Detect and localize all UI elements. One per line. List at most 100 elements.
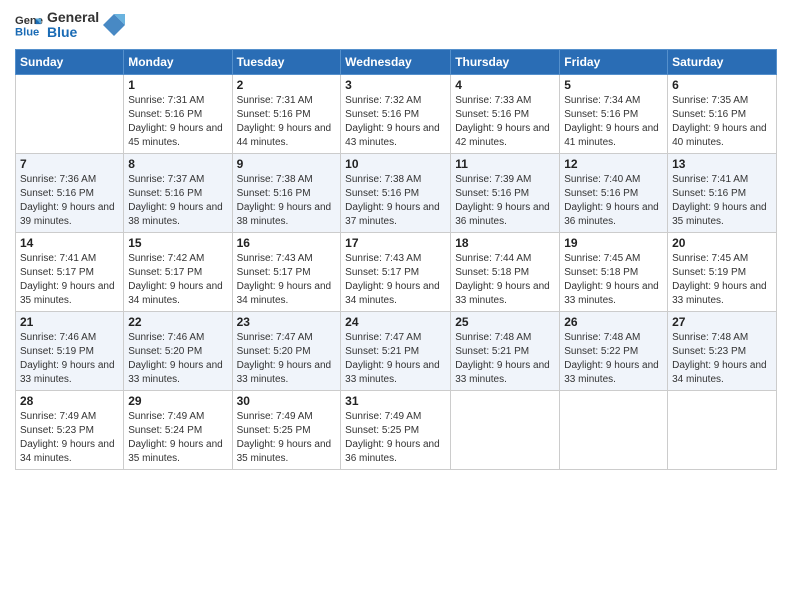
daylight: Daylight: 9 hours and 44 minutes. [237, 123, 332, 148]
day-number: 26 [564, 315, 663, 329]
day-info: Sunrise: 7:38 AM Sunset: 5:16 PM Dayligh… [237, 173, 337, 229]
day-of-week-header: Monday [124, 49, 232, 74]
calendar-week-row: 7 Sunrise: 7:36 AM Sunset: 5:16 PM Dayli… [16, 153, 777, 232]
day-number: 31 [345, 394, 446, 408]
day-info: Sunrise: 7:48 AM Sunset: 5:22 PM Dayligh… [564, 331, 663, 387]
day-info: Sunrise: 7:47 AM Sunset: 5:20 PM Dayligh… [237, 331, 337, 387]
calendar-cell: 23 Sunrise: 7:47 AM Sunset: 5:20 PM Dayl… [232, 311, 341, 390]
day-info: Sunrise: 7:46 AM Sunset: 5:19 PM Dayligh… [20, 331, 119, 387]
daylight: Daylight: 9 hours and 35 minutes. [128, 439, 223, 464]
sunrise: Sunrise: 7:37 AM [128, 174, 204, 185]
sunset: Sunset: 5:21 PM [455, 346, 529, 357]
day-number: 23 [237, 315, 337, 329]
calendar-cell: 13 Sunrise: 7:41 AM Sunset: 5:16 PM Dayl… [668, 153, 777, 232]
sunrise: Sunrise: 7:41 AM [20, 253, 96, 264]
day-number: 10 [345, 157, 446, 171]
sunset: Sunset: 5:24 PM [128, 425, 202, 436]
sunrise: Sunrise: 7:49 AM [237, 411, 313, 422]
day-number: 19 [564, 236, 663, 250]
calendar-cell: 21 Sunrise: 7:46 AM Sunset: 5:19 PM Dayl… [16, 311, 124, 390]
sunrise: Sunrise: 7:39 AM [455, 174, 531, 185]
daylight: Daylight: 9 hours and 33 minutes. [20, 360, 115, 385]
day-number: 2 [237, 78, 337, 92]
day-info: Sunrise: 7:48 AM Sunset: 5:23 PM Dayligh… [672, 331, 772, 387]
sunset: Sunset: 5:16 PM [237, 109, 311, 120]
day-of-week-header: Thursday [451, 49, 560, 74]
calendar-cell: 14 Sunrise: 7:41 AM Sunset: 5:17 PM Dayl… [16, 232, 124, 311]
day-info: Sunrise: 7:41 AM Sunset: 5:16 PM Dayligh… [672, 173, 772, 229]
day-info: Sunrise: 7:37 AM Sunset: 5:16 PM Dayligh… [128, 173, 227, 229]
day-number: 29 [128, 394, 227, 408]
logo-general-text: General [47, 10, 99, 25]
calendar-cell: 5 Sunrise: 7:34 AM Sunset: 5:16 PM Dayli… [560, 74, 668, 153]
daylight: Daylight: 9 hours and 33 minutes. [345, 360, 440, 385]
day-number: 17 [345, 236, 446, 250]
day-number: 18 [455, 236, 555, 250]
daylight: Daylight: 9 hours and 33 minutes. [564, 360, 659, 385]
day-of-week-header: Friday [560, 49, 668, 74]
sunset: Sunset: 5:19 PM [672, 267, 746, 278]
day-info: Sunrise: 7:31 AM Sunset: 5:16 PM Dayligh… [237, 94, 337, 150]
day-number: 6 [672, 78, 772, 92]
day-number: 14 [20, 236, 119, 250]
day-number: 25 [455, 315, 555, 329]
calendar-cell: 6 Sunrise: 7:35 AM Sunset: 5:16 PM Dayli… [668, 74, 777, 153]
sunrise: Sunrise: 7:38 AM [237, 174, 313, 185]
day-info: Sunrise: 7:43 AM Sunset: 5:17 PM Dayligh… [237, 252, 337, 308]
day-info: Sunrise: 7:49 AM Sunset: 5:23 PM Dayligh… [20, 410, 119, 466]
sunrise: Sunrise: 7:41 AM [672, 174, 748, 185]
sunrise: Sunrise: 7:32 AM [345, 95, 421, 106]
day-info: Sunrise: 7:47 AM Sunset: 5:21 PM Dayligh… [345, 331, 446, 387]
sunrise: Sunrise: 7:40 AM [564, 174, 640, 185]
calendar-week-row: 28 Sunrise: 7:49 AM Sunset: 5:23 PM Dayl… [16, 390, 777, 469]
logo-arrow-icon [103, 14, 125, 36]
sunset: Sunset: 5:16 PM [128, 109, 202, 120]
day-number: 11 [455, 157, 555, 171]
sunset: Sunset: 5:23 PM [20, 425, 94, 436]
day-number: 22 [128, 315, 227, 329]
svg-text:Blue: Blue [15, 27, 39, 39]
sunset: Sunset: 5:16 PM [20, 188, 94, 199]
logo-icon: General Blue [15, 11, 43, 39]
day-info: Sunrise: 7:45 AM Sunset: 5:18 PM Dayligh… [564, 252, 663, 308]
sunrise: Sunrise: 7:33 AM [455, 95, 531, 106]
sunset: Sunset: 5:16 PM [672, 188, 746, 199]
day-info: Sunrise: 7:49 AM Sunset: 5:24 PM Dayligh… [128, 410, 227, 466]
day-of-week-header: Tuesday [232, 49, 341, 74]
sunrise: Sunrise: 7:48 AM [672, 332, 748, 343]
sunset: Sunset: 5:23 PM [672, 346, 746, 357]
sunrise: Sunrise: 7:42 AM [128, 253, 204, 264]
calendar-cell: 1 Sunrise: 7:31 AM Sunset: 5:16 PM Dayli… [124, 74, 232, 153]
sunrise: Sunrise: 7:38 AM [345, 174, 421, 185]
sunrise: Sunrise: 7:47 AM [345, 332, 421, 343]
daylight: Daylight: 9 hours and 40 minutes. [672, 123, 767, 148]
sunrise: Sunrise: 7:43 AM [345, 253, 421, 264]
day-number: 5 [564, 78, 663, 92]
calendar-cell: 30 Sunrise: 7:49 AM Sunset: 5:25 PM Dayl… [232, 390, 341, 469]
sunrise: Sunrise: 7:43 AM [237, 253, 313, 264]
calendar-cell: 16 Sunrise: 7:43 AM Sunset: 5:17 PM Dayl… [232, 232, 341, 311]
sunrise: Sunrise: 7:49 AM [345, 411, 421, 422]
calendar-cell: 28 Sunrise: 7:49 AM Sunset: 5:23 PM Dayl… [16, 390, 124, 469]
calendar-cell: 3 Sunrise: 7:32 AM Sunset: 5:16 PM Dayli… [341, 74, 451, 153]
days-header-row: SundayMondayTuesdayWednesdayThursdayFrid… [16, 49, 777, 74]
daylight: Daylight: 9 hours and 43 minutes. [345, 123, 440, 148]
calendar-container: General Blue General Blue SundayMondayTu… [0, 0, 792, 480]
sunrise: Sunrise: 7:31 AM [237, 95, 313, 106]
calendar-cell: 27 Sunrise: 7:48 AM Sunset: 5:23 PM Dayl… [668, 311, 777, 390]
calendar-cell: 18 Sunrise: 7:44 AM Sunset: 5:18 PM Dayl… [451, 232, 560, 311]
sunrise: Sunrise: 7:34 AM [564, 95, 640, 106]
day-info: Sunrise: 7:32 AM Sunset: 5:16 PM Dayligh… [345, 94, 446, 150]
sunset: Sunset: 5:16 PM [564, 109, 638, 120]
daylight: Daylight: 9 hours and 35 minutes. [672, 202, 767, 227]
daylight: Daylight: 9 hours and 39 minutes. [20, 202, 115, 227]
calendar-cell: 31 Sunrise: 7:49 AM Sunset: 5:25 PM Dayl… [341, 390, 451, 469]
calendar-cell: 29 Sunrise: 7:49 AM Sunset: 5:24 PM Dayl… [124, 390, 232, 469]
sunset: Sunset: 5:18 PM [564, 267, 638, 278]
calendar-cell: 22 Sunrise: 7:46 AM Sunset: 5:20 PM Dayl… [124, 311, 232, 390]
day-of-week-header: Wednesday [341, 49, 451, 74]
day-info: Sunrise: 7:34 AM Sunset: 5:16 PM Dayligh… [564, 94, 663, 150]
day-info: Sunrise: 7:49 AM Sunset: 5:25 PM Dayligh… [345, 410, 446, 466]
sunrise: Sunrise: 7:47 AM [237, 332, 313, 343]
calendar-cell: 26 Sunrise: 7:48 AM Sunset: 5:22 PM Dayl… [560, 311, 668, 390]
